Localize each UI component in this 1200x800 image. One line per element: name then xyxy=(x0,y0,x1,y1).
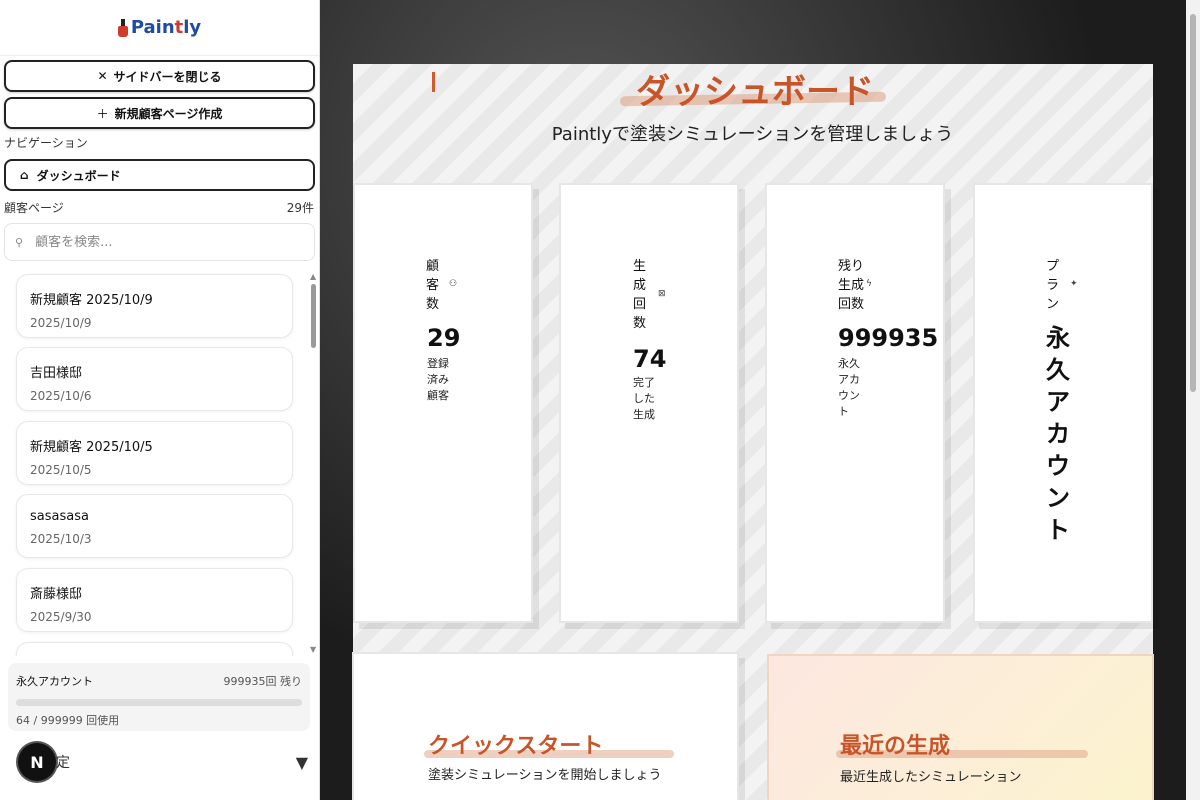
stat-desc: 登録済み顧客 xyxy=(427,357,449,402)
customer-date: 2025/9/30 xyxy=(30,610,92,624)
customer-list: 新規顧客 2025/10/9 2025/10/9 吉田様邸 2025/10/6 … xyxy=(0,272,312,656)
accent-bar xyxy=(432,72,435,92)
stat-value: 74 xyxy=(633,345,667,373)
users-icon: ⚇ xyxy=(449,279,458,289)
recent-title: 最近の生成 xyxy=(840,734,951,759)
stat-value: 999935 xyxy=(838,324,939,352)
customer-date: 2025/10/5 xyxy=(30,463,92,477)
quickstart-title: クイックスタート xyxy=(428,734,604,759)
list-item[interactable]: 新規顧客 2025/10/9 2025/10/9 xyxy=(16,274,293,338)
settings-toggle[interactable]: 設定 ▼ xyxy=(18,744,308,780)
logo-text-2: t xyxy=(174,17,184,38)
page-title: ダッシュボード xyxy=(636,72,874,112)
customer-name: sasasasa xyxy=(30,509,89,524)
recent-subtitle: 最近生成したシミュレーション xyxy=(840,770,1022,785)
customer-date: 2025/10/9 xyxy=(30,316,92,330)
list-item[interactable]: 斎藤様邸 2025/9/30 xyxy=(16,568,293,632)
sidebar: Pain t ly ✕ サイドバーを閉じる ＋ 新規顧客ページ作成 ナビゲーション … xyxy=(0,0,320,800)
close-sidebar-label: サイドバーを閉じる xyxy=(113,69,222,84)
customers-header: 顧客ページ 29件 xyxy=(4,199,314,216)
customer-name: 新規顧客 2025/10/9 xyxy=(30,293,153,308)
stat-value: 永久アカウント xyxy=(1046,324,1070,544)
customer-name: 斎藤様邸 xyxy=(30,587,83,602)
paintbrush-icon xyxy=(117,18,128,37)
close-icon: ✕ xyxy=(97,69,108,83)
stat-desc: 永久アカウント xyxy=(838,357,860,418)
nav-heading: ナビゲーション xyxy=(4,136,88,150)
search-icon: ⚲ xyxy=(15,235,24,249)
stat-label: 顧客数 xyxy=(426,259,440,312)
main-scrollbar[interactable] xyxy=(1186,0,1200,800)
image-icon: ⊠ xyxy=(658,289,666,299)
plan-title: 永久アカウント xyxy=(16,675,93,688)
list-item[interactable]: 新規顧客 2025/10/5 2025/10/5 xyxy=(16,421,293,485)
sparkle-icon: ✦ xyxy=(1070,279,1078,289)
list-item[interactable] xyxy=(16,642,293,656)
usage-progress-bar xyxy=(16,699,302,706)
new-customer-button[interactable]: ＋ 新規顧客ページ作成 xyxy=(4,97,315,129)
nav-dashboard-label: ダッシュボード xyxy=(36,168,121,183)
logo-text-1: Pain xyxy=(130,17,175,38)
plan-usage-box: 永久アカウント 999935回 残り 64 / 999999 回使用 xyxy=(8,663,310,731)
stat-label: プラン xyxy=(1046,259,1060,312)
sidebar-scrollbar[interactable] xyxy=(311,284,316,348)
list-item[interactable]: 吉田様邸 2025/10/6 xyxy=(16,347,293,411)
stat-label: 生成回数 xyxy=(633,259,647,331)
scroll-up-arrow-icon[interactable]: ▲ xyxy=(310,272,316,281)
scroll-down-arrow-icon[interactable]: ▼ xyxy=(310,645,316,654)
avatar[interactable]: N xyxy=(18,743,56,781)
list-item[interactable]: sasasasa 2025/10/3 xyxy=(16,494,293,558)
new-customer-label: 新規顧客ページ作成 xyxy=(114,106,223,121)
customer-name: 新規顧客 2025/10/5 xyxy=(30,440,153,455)
logo-row: Pain t ly xyxy=(0,0,319,56)
stat-desc: 完了した生成 xyxy=(633,376,655,421)
chevron-down-icon: ▼ xyxy=(295,752,308,772)
logo-text-3: ly xyxy=(183,17,202,38)
customer-name: 吉田様邸 xyxy=(30,366,83,381)
search-input[interactable] xyxy=(35,234,276,250)
stat-value: 29 xyxy=(427,324,461,352)
customer-date: 2025/10/3 xyxy=(30,532,92,546)
customer-search: ⚲ xyxy=(4,223,315,261)
stat-label: 残り生成回数 xyxy=(838,259,865,312)
bolt-icon: ϟ xyxy=(866,279,872,289)
nav-item-dashboard[interactable]: ⌂ ダッシュボード xyxy=(4,159,315,191)
quickstart-subtitle: 塗装シミュレーションを開始しましょう xyxy=(428,768,662,783)
customer-date: 2025/10/6 xyxy=(30,389,92,403)
customers-heading: 顧客ページ xyxy=(4,201,64,215)
home-icon: ⌂ xyxy=(20,168,29,182)
app-logo[interactable]: Pain t ly xyxy=(117,17,202,38)
plus-icon: ＋ xyxy=(96,106,109,121)
page-subtitle: Paintlyで塗装シミュレーションを管理しましょう xyxy=(551,124,954,145)
plan-remaining: 999935回 残り xyxy=(223,675,303,688)
close-sidebar-button[interactable]: ✕ サイドバーを閉じる xyxy=(4,60,315,92)
customers-count: 29件 xyxy=(286,201,314,215)
plan-usage-text: 64 / 999999 回使用 xyxy=(16,714,120,727)
